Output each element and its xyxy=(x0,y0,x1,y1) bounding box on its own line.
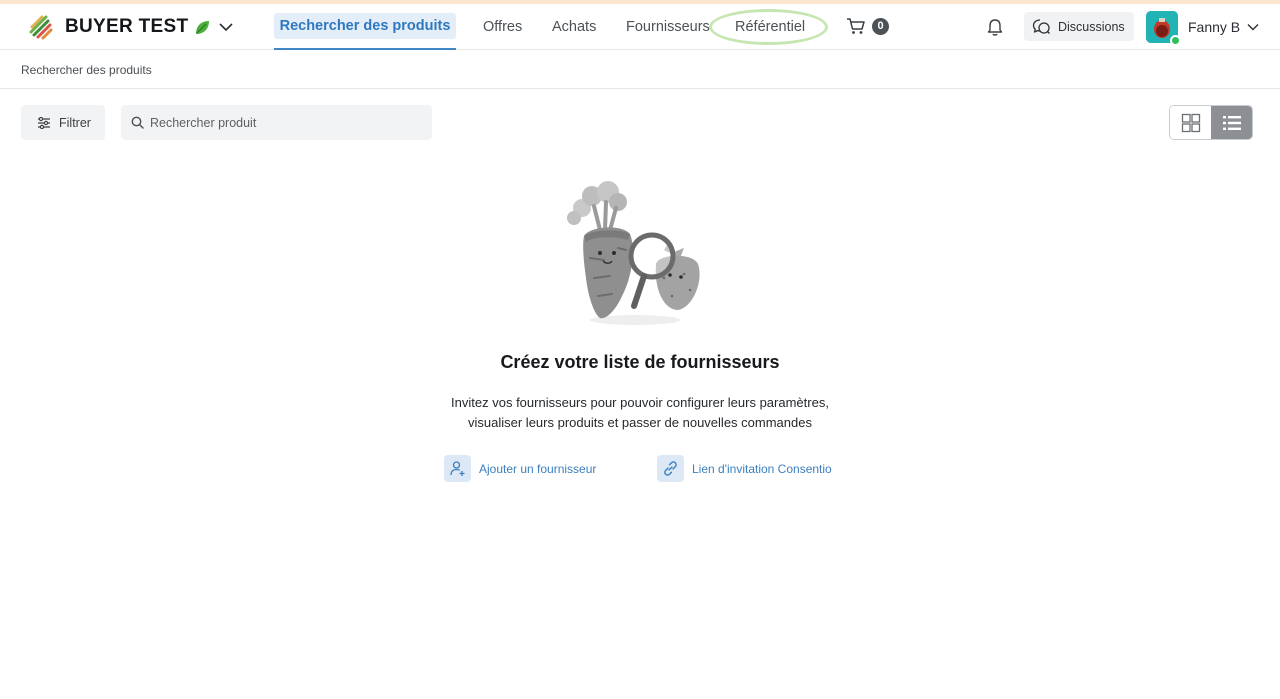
top-navigation-bar: BUYER TEST Rechercher des produits Offre… xyxy=(0,4,1280,50)
invite-link-label: Lien d'invitation Consentio xyxy=(692,461,832,476)
workspace-name: BUYER TEST xyxy=(65,16,189,37)
breadcrumb: Rechercher des produits xyxy=(0,51,1280,89)
user-name[interactable]: Fanny B xyxy=(1188,19,1240,35)
grid-view-icon xyxy=(1181,113,1200,132)
workspace-switcher[interactable]: BUYER TEST xyxy=(28,13,233,41)
breadcrumb-current: Rechercher des produits xyxy=(21,63,152,77)
tab-search-products[interactable]: Rechercher des produits xyxy=(273,4,457,50)
add-user-icon xyxy=(444,455,471,482)
cart-count-badge: 0 xyxy=(872,17,889,35)
view-toggle xyxy=(1169,105,1253,140)
empty-state-description-line-2: visualiser leurs produits et passer de n… xyxy=(468,415,812,430)
chevron-down-icon xyxy=(219,23,233,32)
list-view-icon xyxy=(1222,115,1241,130)
add-supplier-button[interactable]: Ajouter un fournisseur xyxy=(444,455,596,482)
empty-state-illustration xyxy=(567,181,700,325)
empty-state-description-line-1: Invitez vos fournisseurs pour pouvoir co… xyxy=(451,395,829,410)
tab-search-products-label: Rechercher des produits xyxy=(273,13,457,39)
search-field[interactable] xyxy=(121,105,432,140)
tab-offers[interactable]: Offres xyxy=(483,4,522,50)
add-supplier-label: Ajouter un fournisseur xyxy=(479,461,597,476)
search-icon xyxy=(131,116,144,129)
grid-view-button[interactable] xyxy=(1170,106,1211,139)
leaf-icon xyxy=(196,20,210,34)
link-icon xyxy=(657,455,684,482)
empty-state-title: Créez votre liste de fournisseurs xyxy=(500,352,780,372)
filter-sliders-icon xyxy=(38,116,50,129)
list-view-button[interactable] xyxy=(1211,106,1252,139)
filter-label: Filtrer xyxy=(59,115,91,130)
brand-logo-icon xyxy=(29,15,53,40)
tab-suppliers[interactable]: Fournisseurs xyxy=(626,4,710,50)
cart-icon xyxy=(847,18,865,34)
bell-icon[interactable] xyxy=(986,18,1004,37)
search-input[interactable] xyxy=(150,115,420,130)
tab-purchases[interactable]: Achats xyxy=(552,4,596,50)
discussions-label: Discussions xyxy=(1058,19,1125,34)
empty-state-description: Invitez vos fournisseurs pour pouvoir co… xyxy=(0,393,1280,433)
tab-referential[interactable]: Référentiel xyxy=(735,4,805,50)
online-status-dot xyxy=(1170,35,1181,46)
chevron-down-icon[interactable] xyxy=(1247,23,1259,31)
chat-icon xyxy=(1032,19,1050,34)
discussions-button[interactable]: Discussions xyxy=(1024,12,1134,41)
cart-button[interactable]: 0 xyxy=(846,16,889,36)
invite-link-button[interactable]: Lien d'invitation Consentio xyxy=(657,455,832,482)
avatar[interactable] xyxy=(1146,11,1181,46)
filter-button[interactable]: Filtrer xyxy=(21,105,105,140)
